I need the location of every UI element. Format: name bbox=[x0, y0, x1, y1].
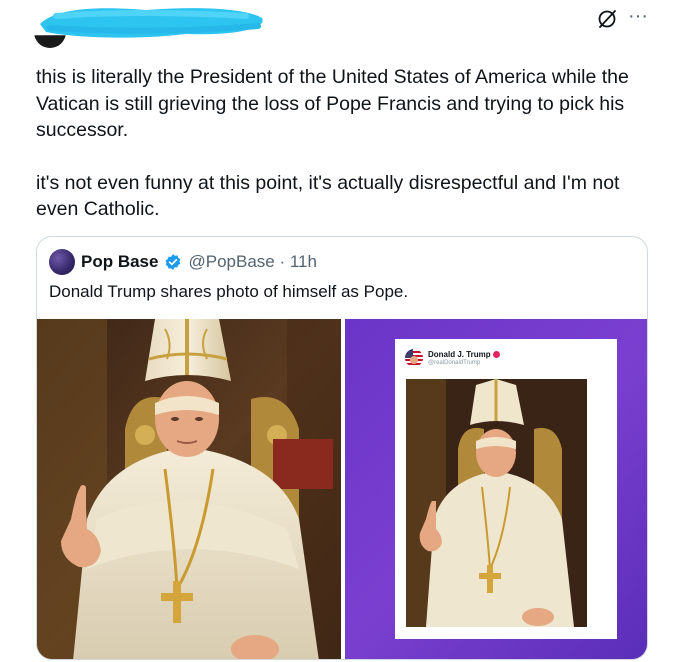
embedded-post-header: Donald J. Trump @realDonaldTrump bbox=[405, 349, 500, 367]
embedded-pope-photo bbox=[406, 379, 587, 627]
tweet-text: this is literally the President of the U… bbox=[36, 64, 656, 223]
embedded-post: Donald J. Trump @realDonaldTrump bbox=[395, 339, 617, 639]
embedded-verified-icon bbox=[492, 350, 500, 358]
quoted-tweet-text: Donald Trump shares photo of himself as … bbox=[49, 282, 409, 301]
more-icon[interactable]: ··· bbox=[628, 4, 648, 28]
redaction-scribble bbox=[40, 8, 263, 38]
pope-photo-left[interactable] bbox=[37, 319, 341, 659]
pope-illustration bbox=[37, 319, 341, 659]
popbase-avatar[interactable] bbox=[49, 249, 75, 275]
truth-social-screenshot[interactable]: Donald J. Trump @realDonaldTrump bbox=[345, 319, 647, 659]
embedded-author-handle: @realDonaldTrump bbox=[428, 359, 481, 366]
embedded-pope-illustration bbox=[406, 379, 587, 627]
tweet-paragraph-1: this is literally the President of the U… bbox=[36, 66, 629, 141]
quoted-tweet-header: Pop Base @PopBase · 11h bbox=[49, 249, 317, 275]
verified-badge-icon bbox=[166, 254, 181, 270]
mute-icon[interactable] bbox=[596, 8, 618, 30]
quoted-tweet-card[interactable]: Pop Base @PopBase · 11h Donald Trump sha… bbox=[36, 236, 648, 660]
quoted-author-name[interactable]: Pop Base bbox=[81, 252, 158, 272]
flag-avatar-icon bbox=[405, 349, 423, 367]
quoted-author-handle[interactable]: @PopBase · 11h bbox=[188, 252, 316, 272]
tweet-paragraph-2: it's not even funny at this point, it's … bbox=[36, 171, 620, 221]
embedded-author-name: Donald J. Trump bbox=[428, 349, 491, 359]
